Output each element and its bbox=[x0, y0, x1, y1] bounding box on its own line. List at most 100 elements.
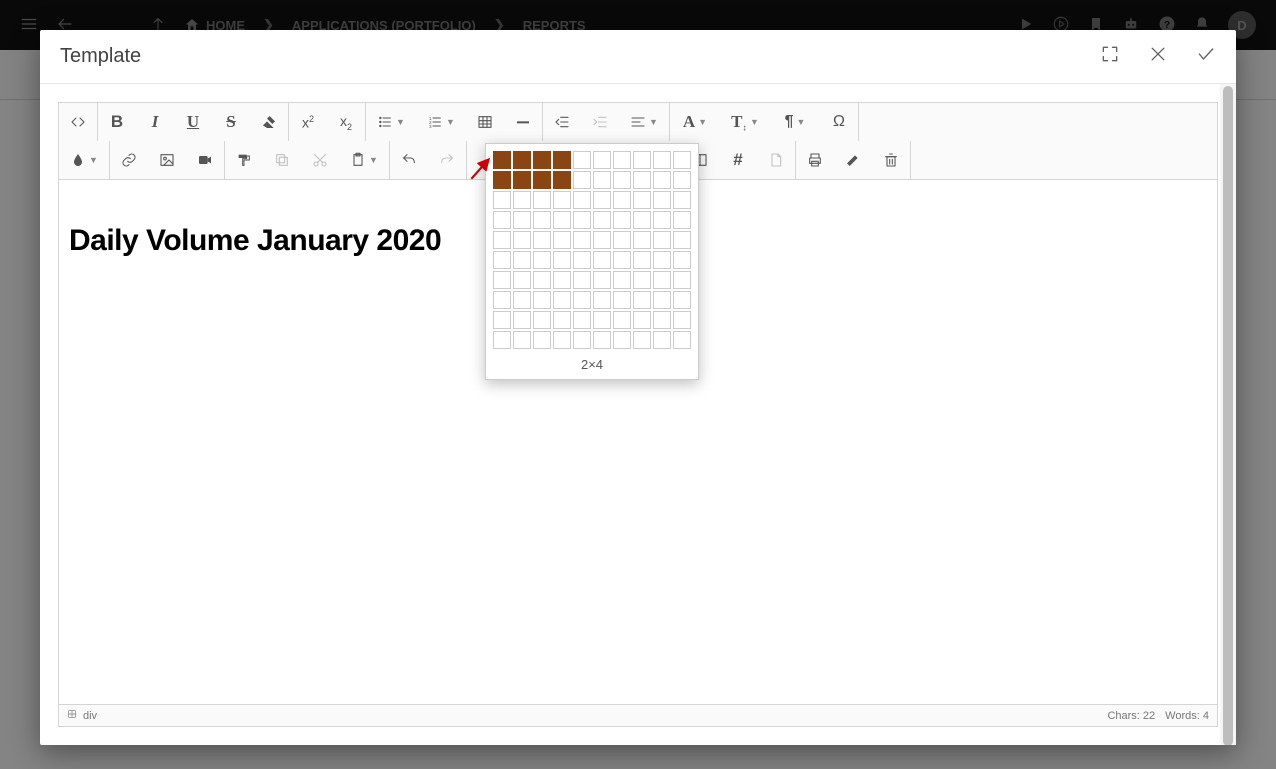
table-size-cell[interactable] bbox=[613, 291, 631, 309]
delete-button[interactable] bbox=[872, 141, 910, 179]
undo-button[interactable] bbox=[390, 141, 428, 179]
indent-button[interactable] bbox=[581, 103, 619, 141]
table-size-cell[interactable] bbox=[533, 271, 551, 289]
table-size-cell[interactable] bbox=[593, 171, 611, 189]
table-size-cell[interactable] bbox=[573, 151, 591, 169]
table-size-cell[interactable] bbox=[573, 171, 591, 189]
table-size-cell[interactable] bbox=[653, 251, 671, 269]
superscript-button[interactable]: x2 bbox=[289, 103, 327, 141]
print-button[interactable] bbox=[796, 141, 834, 179]
table-size-cell[interactable] bbox=[633, 151, 651, 169]
table-size-cell[interactable] bbox=[613, 251, 631, 269]
table-size-cell[interactable] bbox=[553, 231, 571, 249]
table-size-cell[interactable] bbox=[673, 231, 691, 249]
table-size-cell[interactable] bbox=[553, 251, 571, 269]
table-size-cell[interactable] bbox=[553, 211, 571, 229]
table-size-cell[interactable] bbox=[533, 171, 551, 189]
insert-table-button[interactable] bbox=[466, 103, 504, 141]
font-family-button[interactable]: A▼ bbox=[670, 103, 720, 141]
table-size-cell[interactable] bbox=[573, 291, 591, 309]
table-size-cell[interactable] bbox=[593, 251, 611, 269]
element-path-icon[interactable] bbox=[67, 709, 77, 722]
table-size-cell[interactable] bbox=[573, 331, 591, 349]
align-button[interactable]: ▼ bbox=[619, 103, 669, 141]
insert-image-button[interactable] bbox=[148, 141, 186, 179]
table-size-cell[interactable] bbox=[673, 311, 691, 329]
table-size-cell[interactable] bbox=[613, 311, 631, 329]
table-size-cell[interactable] bbox=[493, 331, 511, 349]
table-size-cell[interactable] bbox=[493, 171, 511, 189]
table-size-cell[interactable] bbox=[633, 271, 651, 289]
bold-button[interactable]: B bbox=[98, 103, 136, 141]
table-size-cell[interactable] bbox=[573, 231, 591, 249]
table-size-cell[interactable] bbox=[513, 191, 531, 209]
table-size-cell[interactable] bbox=[493, 211, 511, 229]
table-size-cell[interactable] bbox=[653, 311, 671, 329]
table-size-cell[interactable] bbox=[513, 171, 531, 189]
table-size-cell[interactable] bbox=[493, 151, 511, 169]
table-size-cell[interactable] bbox=[653, 211, 671, 229]
table-size-grid[interactable] bbox=[493, 151, 691, 349]
table-size-cell[interactable] bbox=[633, 231, 651, 249]
table-size-cell[interactable] bbox=[653, 291, 671, 309]
cut-button[interactable] bbox=[301, 141, 339, 179]
redo-button[interactable] bbox=[428, 141, 466, 179]
ordered-list-button[interactable]: 123▼ bbox=[416, 103, 466, 141]
table-size-cell[interactable] bbox=[673, 291, 691, 309]
text-color-button[interactable]: ▼ bbox=[59, 141, 109, 179]
table-size-cell[interactable] bbox=[673, 331, 691, 349]
table-size-cell[interactable] bbox=[533, 251, 551, 269]
table-size-cell[interactable] bbox=[673, 251, 691, 269]
table-size-cell[interactable] bbox=[593, 191, 611, 209]
table-size-cell[interactable] bbox=[493, 291, 511, 309]
table-size-cell[interactable] bbox=[553, 291, 571, 309]
table-size-cell[interactable] bbox=[653, 171, 671, 189]
table-size-cell[interactable] bbox=[493, 191, 511, 209]
table-size-cell[interactable] bbox=[513, 271, 531, 289]
table-size-cell[interactable] bbox=[573, 251, 591, 269]
table-size-cell[interactable] bbox=[593, 271, 611, 289]
table-size-cell[interactable] bbox=[633, 251, 651, 269]
insert-video-button[interactable] bbox=[186, 141, 224, 179]
table-size-cell[interactable] bbox=[593, 211, 611, 229]
table-size-cell[interactable] bbox=[573, 191, 591, 209]
table-size-cell[interactable] bbox=[633, 171, 651, 189]
table-size-cell[interactable] bbox=[513, 331, 531, 349]
table-size-cell[interactable] bbox=[493, 251, 511, 269]
table-size-cell[interactable] bbox=[533, 231, 551, 249]
table-size-cell[interactable] bbox=[613, 331, 631, 349]
table-size-cell[interactable] bbox=[573, 311, 591, 329]
table-size-cell[interactable] bbox=[673, 191, 691, 209]
table-size-cell[interactable] bbox=[633, 291, 651, 309]
confirm-check-icon[interactable] bbox=[1196, 44, 1216, 69]
table-size-cell[interactable] bbox=[613, 271, 631, 289]
table-size-cell[interactable] bbox=[533, 211, 551, 229]
table-size-cell[interactable] bbox=[593, 291, 611, 309]
paragraph-format-button[interactable]: ¶▼ bbox=[770, 103, 820, 141]
table-size-cell[interactable] bbox=[653, 271, 671, 289]
format-painter-button[interactable] bbox=[225, 141, 263, 179]
table-size-picker[interactable]: 2×4 bbox=[485, 143, 699, 380]
insert-file-button[interactable] bbox=[757, 141, 795, 179]
insert-link-button[interactable] bbox=[110, 141, 148, 179]
table-size-cell[interactable] bbox=[593, 311, 611, 329]
table-size-cell[interactable] bbox=[533, 331, 551, 349]
table-size-cell[interactable] bbox=[613, 191, 631, 209]
table-size-cell[interactable] bbox=[633, 211, 651, 229]
table-size-cell[interactable] bbox=[553, 271, 571, 289]
table-size-cell[interactable] bbox=[673, 151, 691, 169]
edit-button[interactable] bbox=[834, 141, 872, 179]
strikethrough-button[interactable]: S bbox=[212, 103, 250, 141]
table-size-cell[interactable] bbox=[673, 271, 691, 289]
font-size-button[interactable]: T↕▼ bbox=[720, 103, 770, 141]
fullscreen-icon[interactable] bbox=[1100, 44, 1120, 69]
table-size-cell[interactable] bbox=[493, 311, 511, 329]
modal-scrollbar[interactable] bbox=[1220, 84, 1236, 745]
table-size-cell[interactable] bbox=[513, 231, 531, 249]
table-size-cell[interactable] bbox=[513, 151, 531, 169]
table-size-cell[interactable] bbox=[613, 231, 631, 249]
table-size-cell[interactable] bbox=[513, 311, 531, 329]
insert-hash-button[interactable]: # bbox=[719, 141, 757, 179]
table-size-cell[interactable] bbox=[633, 331, 651, 349]
table-size-cell[interactable] bbox=[593, 331, 611, 349]
